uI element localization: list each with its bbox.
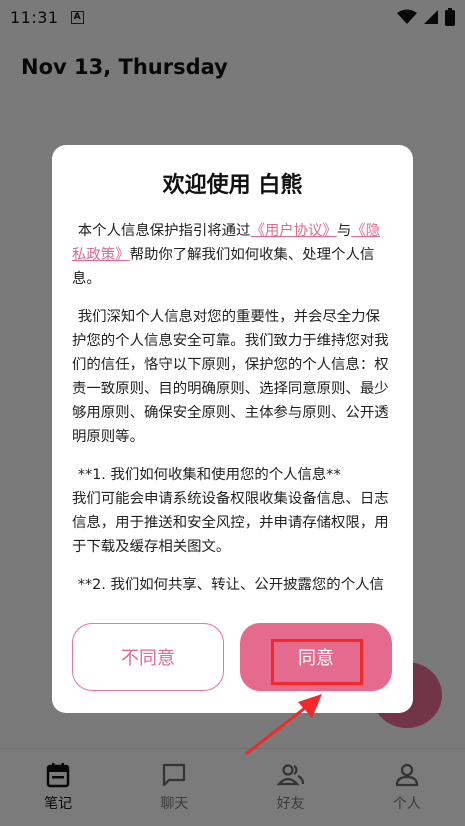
pointer-arrow-annotation: [245, 694, 322, 756]
paragraph-collection: **1. 我们如何收集和使用您的个人信息** 我们可能会申请系统设备权限收集设备…: [72, 463, 394, 559]
disagree-button[interactable]: 不同意: [72, 623, 224, 691]
paragraph-intro: 本个人信息保护指引将通过《用户协议》与《隐私政策》帮助你了解我们如何收集、处理个…: [72, 219, 394, 291]
user-agreement-link[interactable]: 《用户协议》: [250, 223, 336, 239]
section-1-title: **1. 我们如何收集和使用您的个人信息**: [77, 467, 341, 483]
dialog-body[interactable]: 本个人信息保护指引将通过《用户协议》与《隐私政策》帮助你了解我们如何收集、处理个…: [72, 219, 394, 599]
intro-text-before: 本个人信息保护指引将通过: [77, 223, 251, 239]
privacy-dialog: 欢迎使用 白熊 本个人信息保护指引将通过《用户协议》与《隐私政策》帮助你了解我们…: [52, 145, 413, 713]
dialog-title: 欢迎使用 白熊: [162, 173, 303, 198]
paragraph-sharing: **2. 我们如何共享、转让、公开披露您的个人信息**: [77, 577, 384, 593]
paragraph-principles: 我们深知个人信息对您的重要性，并会尽全力保护您的个人信息安全可靠。我们致力于维持…: [72, 309, 389, 445]
agree-highlight-box: [271, 639, 363, 685]
section-1-text: 我们可能会申请系统设备权限收集设备信息、日志信息，用于推送和安全风控，并申请存储…: [72, 491, 389, 555]
intro-text-and: 与: [336, 223, 352, 239]
